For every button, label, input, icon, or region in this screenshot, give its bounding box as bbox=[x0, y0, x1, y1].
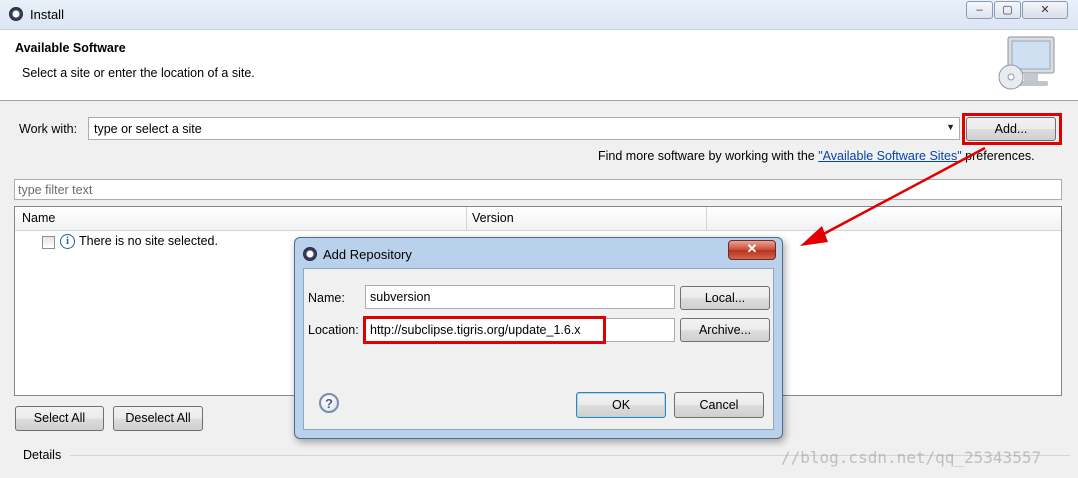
more-software-text: Find more software by working with the "… bbox=[598, 149, 1035, 163]
more-software-prefix: Find more software by working with the bbox=[598, 149, 819, 163]
archive-button[interactable]: Archive... bbox=[680, 318, 770, 342]
page-title: Available Software bbox=[15, 41, 126, 55]
cancel-button[interactable]: Cancel bbox=[674, 392, 764, 418]
name-label: Name: bbox=[308, 291, 345, 305]
local-button[interactable]: Local... bbox=[680, 286, 770, 310]
help-icon[interactable]: ? bbox=[319, 393, 339, 413]
column-divider[interactable] bbox=[466, 207, 467, 230]
dialog-body: Name: subversion Local... Location: http… bbox=[303, 268, 774, 430]
column-header-name[interactable]: Name bbox=[22, 211, 55, 225]
filter-input[interactable]: type filter text bbox=[14, 179, 1062, 200]
eclipse-icon bbox=[9, 7, 23, 21]
details-label: Details bbox=[23, 448, 62, 462]
empty-table-message: There is no site selected. bbox=[79, 234, 218, 248]
work-with-combo[interactable]: type or select a site ▼ bbox=[88, 117, 960, 140]
info-icon: i bbox=[60, 234, 75, 249]
available-software-sites-link[interactable]: "Available Software Sites" bbox=[818, 149, 961, 163]
work-with-value: type or select a site bbox=[94, 122, 202, 136]
location-label: Location: bbox=[308, 323, 359, 337]
location-highlight bbox=[363, 316, 606, 344]
column-header-version[interactable]: Version bbox=[472, 211, 514, 225]
work-with-label: Work with: bbox=[19, 122, 78, 136]
page-subtitle: Select a site or enter the location of a… bbox=[22, 66, 255, 80]
ok-button[interactable]: OK bbox=[576, 392, 666, 418]
select-all-button[interactable]: Select All bbox=[15, 406, 104, 431]
add-site-button[interactable]: Add... bbox=[966, 117, 1056, 141]
more-software-suffix: preferences. bbox=[961, 149, 1035, 163]
add-repository-dialog: Add Repository ✕ Name: subversion Local.… bbox=[294, 237, 783, 439]
dialog-close-button[interactable]: ✕ bbox=[728, 240, 776, 260]
chevron-down-icon[interactable]: ▼ bbox=[946, 122, 955, 132]
column-divider[interactable] bbox=[706, 207, 707, 230]
repository-name-value: subversion bbox=[370, 290, 431, 304]
window-title: Install bbox=[30, 7, 64, 22]
install-monitor-icon bbox=[998, 36, 1055, 90]
table-header: Name Version bbox=[15, 207, 1061, 231]
close-window-button[interactable]: ✕ bbox=[1022, 1, 1068, 19]
minimize-button[interactable]: ‒ bbox=[966, 1, 993, 19]
maximize-button[interactable]: ▢ bbox=[994, 1, 1021, 19]
window-title-bar: Install ‒ ▢ ✕ bbox=[0, 0, 1078, 30]
dialog-title: Add Repository bbox=[323, 247, 412, 262]
repository-name-field[interactable]: subversion bbox=[365, 285, 675, 309]
eclipse-icon bbox=[303, 247, 317, 261]
watermark: //blog.csdn.net/qq_25343557 bbox=[781, 448, 1042, 467]
filter-placeholder: type filter text bbox=[18, 183, 93, 197]
deselect-all-button[interactable]: Deselect All bbox=[113, 406, 203, 431]
row-checkbox[interactable] bbox=[42, 236, 55, 249]
